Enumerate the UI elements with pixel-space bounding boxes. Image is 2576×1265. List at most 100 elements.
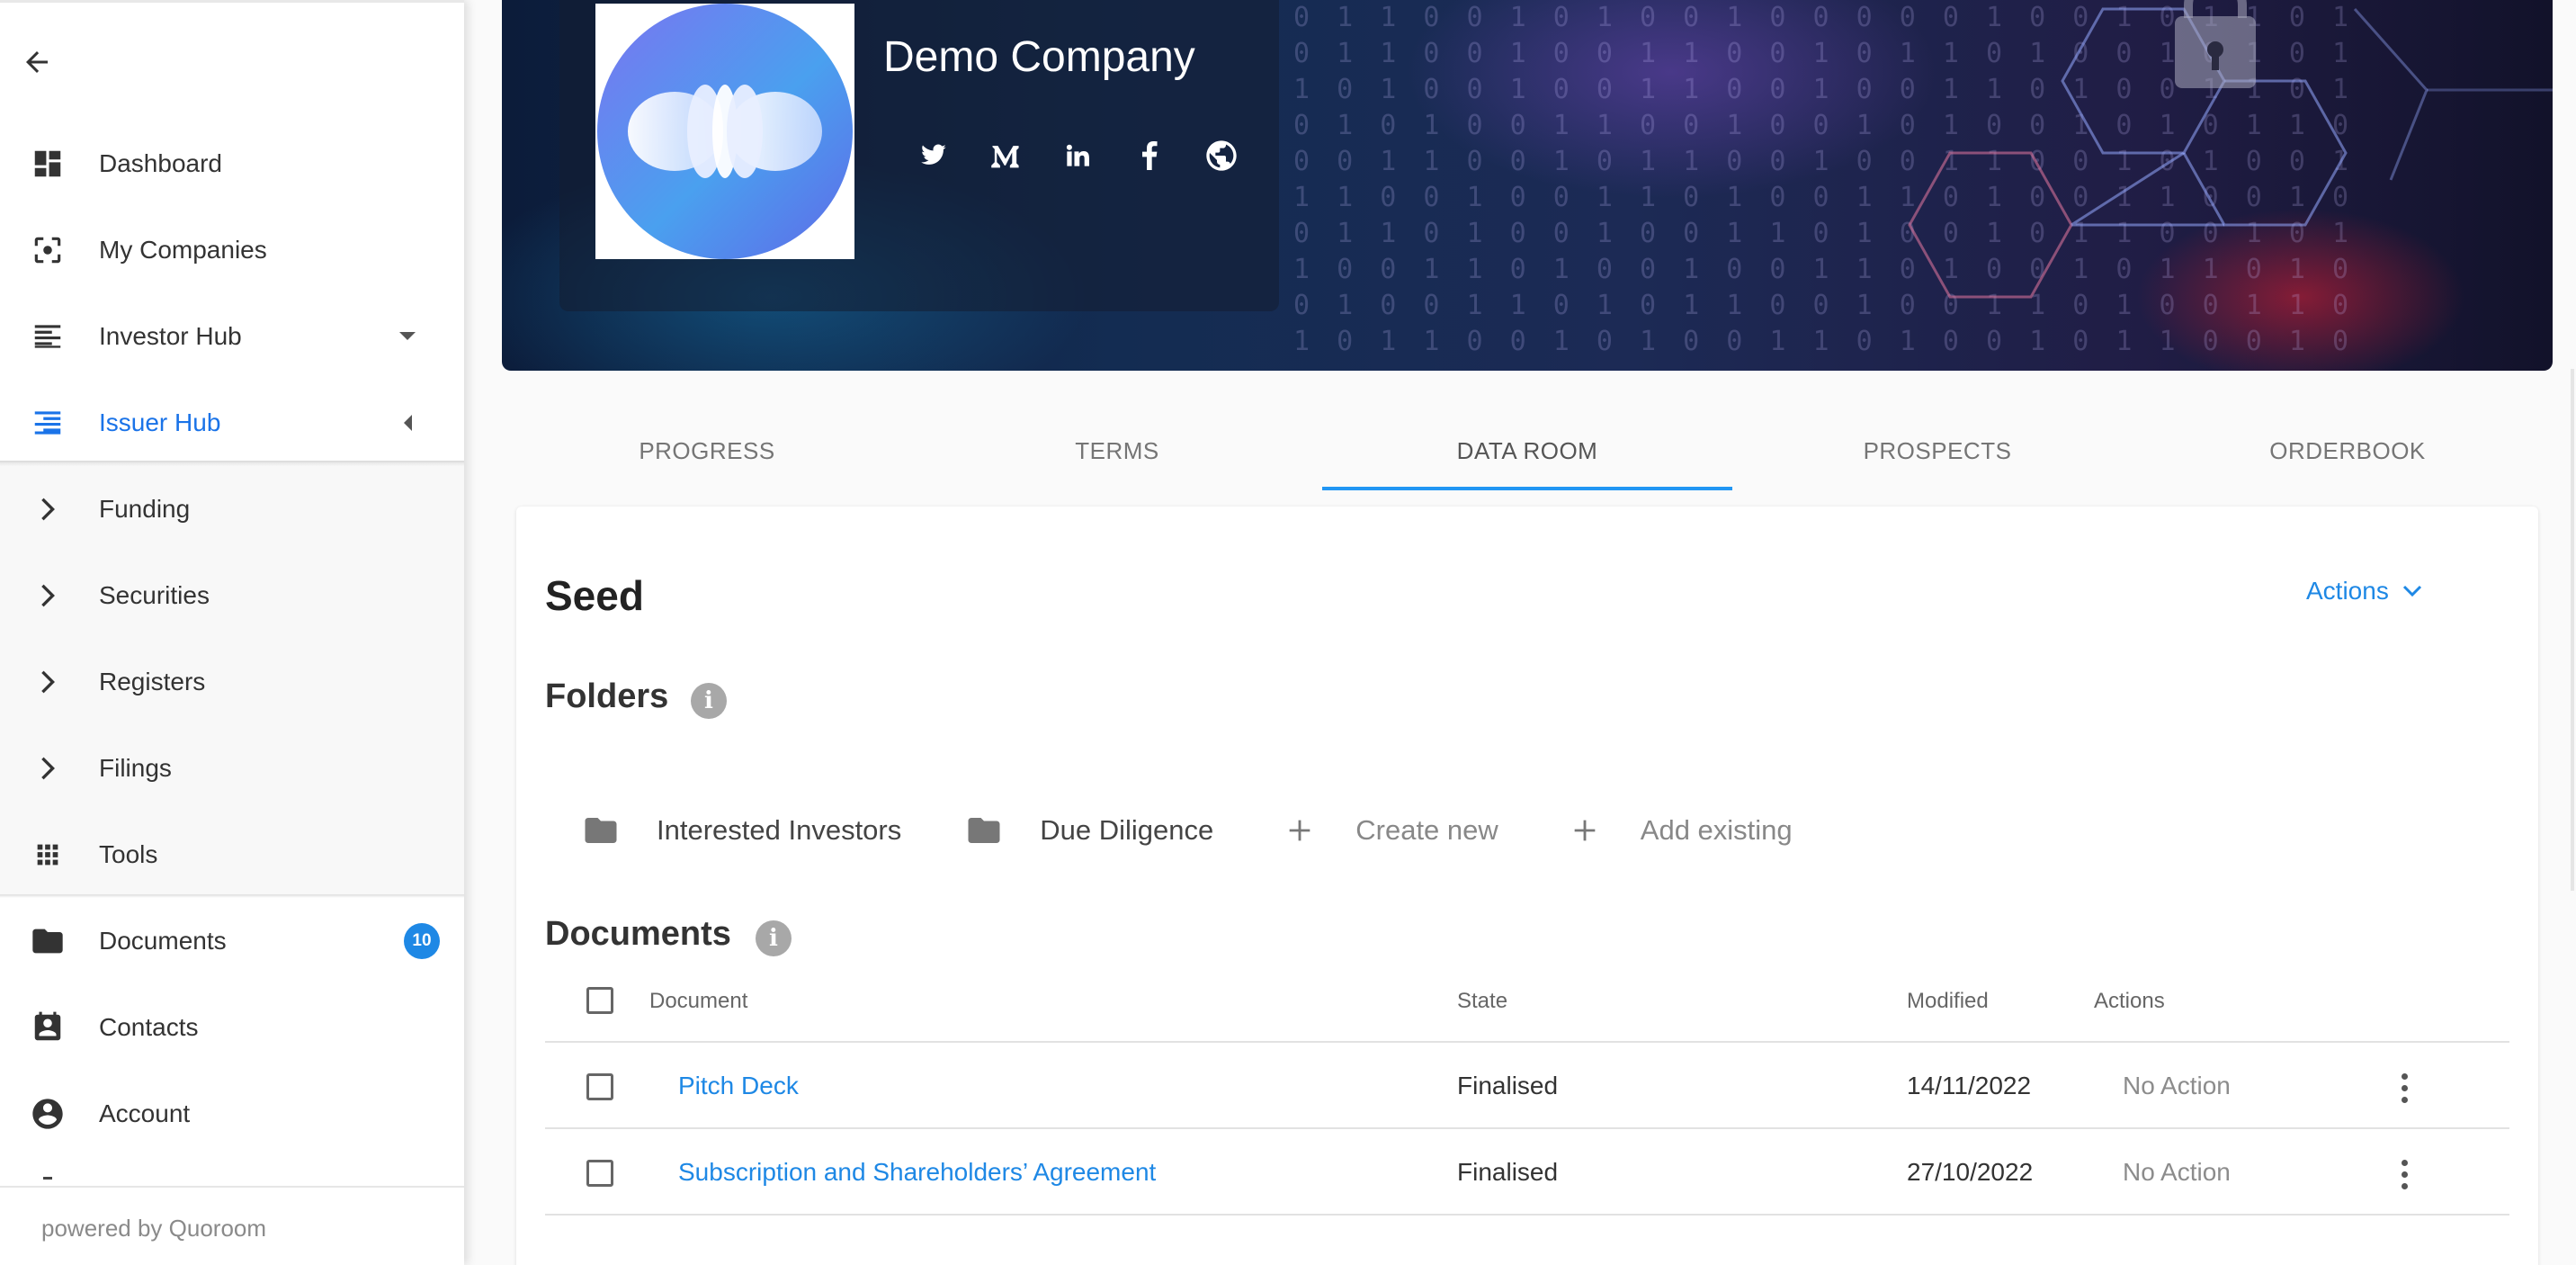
caret-left-icon[interactable]	[394, 409, 421, 436]
row-checkbox[interactable]	[586, 1160, 613, 1187]
nav-investor-hub[interactable]: Investor Hub	[0, 293, 464, 380]
document-modified: 14/11/2022	[1907, 1072, 2032, 1099]
create-new-label: Create new	[1355, 814, 1498, 846]
nav-investor-hub-label: Investor Hub	[99, 322, 242, 350]
nav-filings-label: Filings	[99, 754, 172, 782]
document-modified: 27/10/2022	[1907, 1158, 2034, 1186]
page-scrollbar[interactable]	[2571, 369, 2574, 891]
nav-funding-label: Funding	[99, 495, 191, 523]
folders-info-icon[interactable]: i	[691, 683, 727, 719]
document-action: No Action	[2123, 1158, 2231, 1186]
document-link[interactable]: Subscription and Shareholders’ Agreement	[678, 1158, 1156, 1187]
more-vert-icon[interactable]	[2391, 1070, 2418, 1106]
documents-heading: Documents	[545, 915, 731, 953]
document-link[interactable]: Pitch Deck	[678, 1072, 799, 1100]
arrow-back-icon	[26, 51, 48, 73]
add-existing-label: Add existing	[1640, 814, 1793, 846]
table-row: Pitch Deck Finalised 14/11/2022 No Actio…	[545, 1043, 2509, 1129]
plus-icon	[1280, 811, 1319, 850]
linkedin-link[interactable]	[1042, 133, 1114, 178]
nav-documents-label: Documents	[99, 927, 227, 955]
company-tabs: PROGRESS TERMS DATA ROOM PROSPECTS ORDER…	[502, 409, 2553, 492]
nav-contacts[interactable]: Contacts	[0, 984, 464, 1071]
facebook-link[interactable]	[1114, 133, 1185, 178]
document-state: Finalised	[1457, 1158, 1559, 1186]
row-checkbox[interactable]	[586, 1073, 613, 1100]
dashboard-icon	[29, 145, 67, 183]
tab-progress[interactable]: PROGRESS	[502, 409, 912, 492]
hexagon-network-graphic	[1908, 0, 2553, 299]
company-logo	[595, 4, 854, 259]
documents-info-icon[interactable]: i	[756, 920, 792, 956]
chevron-down-icon	[2402, 585, 2421, 597]
column-header-modified[interactable]: Modified	[1907, 989, 1989, 1014]
next-nav-item-partial	[43, 1177, 52, 1180]
account-circle-icon	[29, 1095, 67, 1133]
nav-issuer-hub-label: Issuer Hub	[99, 408, 221, 436]
nav-contacts-label: Contacts	[99, 1013, 199, 1041]
website-link[interactable]	[1185, 133, 1257, 178]
tab-data-room[interactable]: DATA ROOM	[1322, 409, 1732, 492]
table-header: Document State Modified Actions	[545, 956, 2509, 1043]
twitter-icon	[921, 144, 946, 165]
chevron-right-icon	[34, 749, 61, 787]
folder-interested-investors[interactable]: Interested Investors	[581, 803, 901, 857]
chevron-right-icon	[34, 577, 61, 615]
caret-down-icon[interactable]	[394, 323, 421, 350]
nav-documents[interactable]: Documents 10	[0, 898, 464, 984]
column-header-state[interactable]: State	[1457, 989, 1507, 1014]
contact-calendar-icon	[29, 1009, 67, 1046]
nav-tools[interactable]: Tools	[0, 812, 464, 898]
folder-due-diligence[interactable]: Due Diligence	[964, 803, 1213, 857]
folder-icon	[581, 811, 621, 850]
medium-icon	[991, 146, 1019, 168]
sidebar-footer: powered by Quoroom	[0, 1186, 464, 1265]
padlock-graphic	[2175, 0, 2256, 88]
center-focus-icon	[29, 231, 67, 269]
create-new-folder-button[interactable]: Create new	[1280, 803, 1498, 857]
sidebar: Dashboard My Companies Investor Hub Issu…	[0, 0, 464, 1265]
table-row: Subscription and Shareholders’ Agreement…	[545, 1129, 2509, 1216]
tab-prospects[interactable]: PROSPECTS	[1732, 409, 2142, 492]
nav-account[interactable]: Account	[0, 1071, 464, 1157]
nav-my-companies[interactable]: My Companies	[0, 207, 464, 293]
tab-orderbook[interactable]: ORDERBOOK	[2142, 409, 2553, 492]
nav-account-label: Account	[99, 1099, 191, 1127]
nav-dashboard[interactable]: Dashboard	[0, 121, 464, 207]
company-logo-graphic	[597, 4, 853, 259]
company-name: Demo Company	[883, 33, 1195, 81]
nav-my-companies-label: My Companies	[99, 236, 267, 264]
plus-icon	[1565, 811, 1605, 850]
nav-securities-label: Securities	[99, 581, 210, 609]
folder-icon	[29, 922, 67, 960]
tab-terms[interactable]: TERMS	[912, 409, 1322, 492]
apps-grid-icon	[29, 836, 67, 874]
nav-issuer-hub[interactable]: Issuer Hub	[0, 380, 464, 466]
notes-icon	[29, 318, 67, 355]
powered-by-text: powered by Quoroom	[41, 1215, 267, 1242]
linkedin-icon	[1066, 144, 1089, 166]
folder-label: Interested Investors	[657, 814, 902, 846]
add-existing-folder-button[interactable]: Add existing	[1565, 803, 1793, 857]
nav-tools-label: Tools	[99, 840, 158, 868]
folder-label: Due Diligence	[1040, 814, 1214, 846]
nav-registers-label: Registers	[99, 668, 206, 695]
medium-link[interactable]	[970, 133, 1042, 178]
nav-registers[interactable]: Registers	[0, 639, 464, 725]
column-header-document[interactable]: Document	[649, 989, 747, 1014]
active-tab-indicator	[1322, 487, 1732, 490]
nav-filings[interactable]: Filings	[0, 725, 464, 812]
nav-securities[interactable]: Securities	[0, 552, 464, 639]
more-vert-icon[interactable]	[2391, 1156, 2418, 1192]
twitter-link[interactable]	[898, 133, 970, 178]
round-title: Seed	[545, 572, 644, 619]
actions-label: Actions	[2306, 577, 2389, 605]
back-button[interactable]	[16, 41, 58, 83]
social-links	[898, 133, 1257, 178]
folders-heading: Folders	[545, 677, 669, 715]
nav-funding[interactable]: Funding	[0, 466, 464, 552]
data-room-card: Seed Actions Folders i Interested Invest…	[516, 507, 2538, 1265]
actions-dropdown-button[interactable]: Actions	[2306, 577, 2423, 606]
nav-dashboard-label: Dashboard	[99, 149, 222, 177]
select-all-checkbox[interactable]	[586, 987, 613, 1014]
